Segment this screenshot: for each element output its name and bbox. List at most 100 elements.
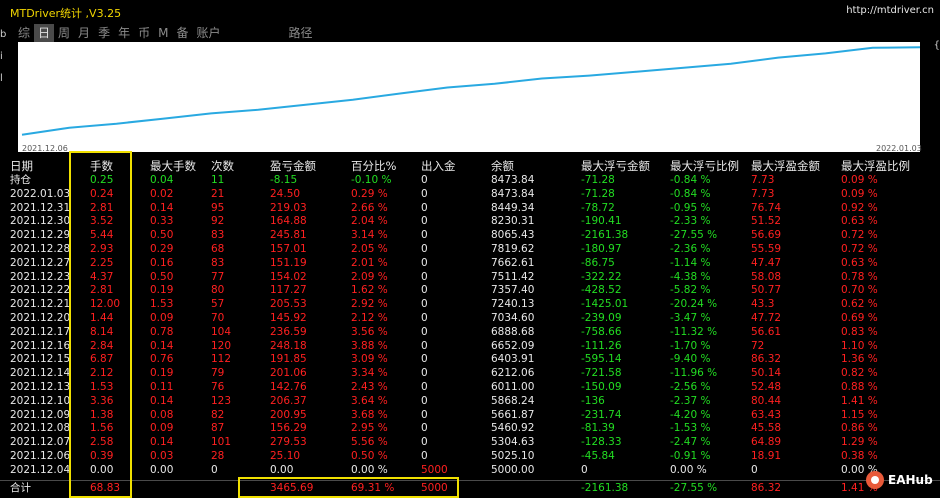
cell-col-5: 0.50 % — [351, 449, 388, 462]
cell-col-11: 1.15 % — [841, 408, 878, 421]
tab-2[interactable]: 周 — [54, 24, 74, 42]
daily-stats-table: 日期 手数 最大手数 次数 盈亏金额 百分比% 出入金 余额 最大浮亏金额 最大浮亏比例 最大浮盈金… — [0, 158, 940, 496]
table-row: 2021.12.04 0.00 0.00 0 0.00 0.00 % 5000 5000.00… — [0, 464, 940, 478]
cell-col-8: -150.09 — [581, 380, 622, 393]
tab-8[interactable]: 备 — [172, 24, 192, 42]
tab-6[interactable]: 币 — [134, 24, 154, 42]
cell-col-0: 2022.01.03 — [10, 187, 71, 200]
table-row: 2021.12.09 1.38 0.08 82 200.95 3.68 % 0 5661.87… — [0, 409, 940, 423]
cell-col-6: 0 — [421, 215, 428, 228]
balance-line-chart — [21, 46, 920, 136]
cell-col-7: 8473.84 — [491, 187, 535, 200]
cell-col-2: 0.78 — [150, 325, 174, 338]
cell-col-4: 245.81 — [270, 229, 307, 242]
cell-col-7: 5025.10 — [491, 449, 535, 462]
cell-col-4: 248.18 — [270, 339, 307, 352]
cell-col-2: 0.29 — [150, 242, 174, 255]
cell-col-0: 2021.12.31 — [10, 201, 71, 214]
cell-col-5: -0.10 % — [351, 174, 392, 186]
website-link[interactable]: http://mtdriver.cn — [846, 5, 934, 16]
table-row: 2021.12.10 3.36 0.14 123 206.37 3.64 % 0 5868.2… — [0, 395, 940, 409]
cell-col-4: 206.37 — [270, 394, 307, 407]
cell-col-9: -1.53 % — [670, 422, 711, 435]
cell-col-3: 83 — [211, 256, 225, 269]
cell-col-4: 156.29 — [270, 422, 307, 435]
cell-col-5: 3.64 % — [351, 394, 388, 407]
cell-col-11: 0.72 % — [841, 229, 878, 242]
cell-col-6: 0 — [421, 187, 428, 200]
cell-col-11: 0.78 % — [841, 270, 878, 283]
right-edge-fragment: { — [933, 40, 940, 51]
cell-col-2: 0.04 — [150, 174, 174, 186]
table-row: 2021.12.23 4.37 0.50 77 154.02 2.09 % 0 7511.42… — [0, 271, 940, 285]
cell-col-11: 0.70 % — [841, 284, 878, 297]
tab-3[interactable]: 月 — [74, 24, 94, 42]
cell-col-4: 219.03 — [270, 201, 307, 214]
cell-col-11: 0.09 % — [841, 187, 878, 200]
cell-col-11: 1.29 % — [841, 436, 878, 449]
tab-4[interactable]: 季 — [94, 24, 114, 42]
cell-col-5: 2.05 % — [351, 242, 388, 255]
cell-col-3: 68 — [211, 242, 225, 255]
tab-9[interactable]: 账户 — [192, 24, 224, 42]
tab-10[interactable]: 路径 — [285, 24, 317, 42]
cell-col-0: 2021.12.10 — [10, 394, 71, 407]
cell-col-9: -0.95 % — [670, 201, 711, 214]
cell-col-2: 0.08 — [150, 408, 174, 421]
cell-col-5: 0.29 % — [351, 187, 388, 200]
tab-0[interactable]: 综 — [14, 24, 34, 42]
cell-col-2: 0.19 — [150, 284, 174, 297]
cell-col-3: 21 — [211, 187, 225, 200]
tab-1[interactable]: 日 — [34, 24, 55, 42]
cell-col-8: -71.28 — [581, 174, 615, 186]
table-total-row: 合计 68.83 3465.69 69.31 % 5000 -2161.38 -27.55 … — [0, 479, 940, 496]
cell-col-9: -2.47 % — [670, 436, 711, 449]
cell-col-3: 76 — [211, 380, 225, 393]
table-row: 2021.12.16 2.84 0.14 120 248.18 3.88 % 0 6652.0… — [0, 340, 940, 354]
cell-col-8: 0 — [581, 463, 588, 476]
cell-col-11: 0.83 % — [841, 325, 878, 338]
cell-col-8: 最大浮亏金额 — [581, 159, 650, 173]
tab-5[interactable]: 年 — [114, 24, 134, 42]
cell-col-8: -190.41 — [581, 215, 622, 228]
highlight-totals — [238, 477, 459, 498]
cell-col-9: -3.47 % — [670, 311, 711, 324]
cell-col-3: 123 — [211, 394, 232, 407]
table-row: 2021.12.28 2.93 0.29 68 157.01 2.05 % 0 7819.62… — [0, 243, 940, 257]
cell-col-2: 0.76 — [150, 353, 174, 366]
table-row: 2021.12.13 1.53 0.11 76 142.76 2.43 % 0 6011.00… — [0, 381, 940, 395]
table-row: 2021.12.08 1.56 0.09 87 156.29 2.95 % 0 5460.92… — [0, 422, 940, 436]
cell-col-11: 0.82 % — [841, 367, 878, 380]
cell-col-4: 142.76 — [270, 380, 307, 393]
cell-col-0: 持仓 — [10, 174, 31, 186]
table-row: 2021.12.20 1.44 0.09 70 145.92 2.12 % 0 7034.60… — [0, 312, 940, 326]
cell-col-7: 7511.42 — [491, 270, 535, 283]
cell-col-5: 2.04 % — [351, 215, 388, 228]
cell-col-2: 0.09 — [150, 422, 174, 435]
cell-col-2: 0.14 — [150, 339, 174, 352]
chart-end-date: 2022.01.03 — [876, 144, 922, 153]
cell-col-4: 24.50 — [270, 187, 301, 200]
cell-col-11: 最大浮盈比例 — [841, 159, 910, 173]
cell-col-5: 0.00 % — [351, 463, 388, 476]
table-row: 2022.01.03 0.24 0.02 21 24.50 0.29 % 0 8473.84-… — [0, 188, 940, 202]
cell-col-2: 0.19 — [150, 367, 174, 380]
cell-col-4: 201.06 — [270, 367, 307, 380]
cell-col-4: 157.01 — [270, 242, 307, 255]
cell-col-10: 72 — [751, 339, 765, 352]
cell-col-4: 279.53 — [270, 436, 307, 449]
cell-col-8: -71.28 — [581, 187, 615, 200]
cell-col-10: 63.43 — [751, 408, 782, 421]
cell-col-7: 7819.62 — [491, 242, 535, 255]
tab-7[interactable]: M — [154, 24, 172, 42]
cell-col-3: 28 — [211, 449, 225, 462]
cell-col-9: -0.84 % — [670, 187, 711, 200]
cell-col-7: 6888.68 — [491, 325, 535, 338]
cell-col-3: 57 — [211, 298, 225, 311]
cell-col-6: 出入金 — [421, 159, 456, 173]
cell-col-6: 0 — [421, 422, 428, 435]
cell-col-0: 2021.12.07 — [10, 436, 71, 449]
cell-col-11: 0.63 % — [841, 256, 878, 269]
table-header: 日期 手数 最大手数 次数 盈亏金额 百分比% 出入金 余额 最大浮亏金额 最大浮亏比例 最大浮盈金… — [0, 158, 940, 174]
cell-col-11: 0.86 % — [841, 422, 878, 435]
